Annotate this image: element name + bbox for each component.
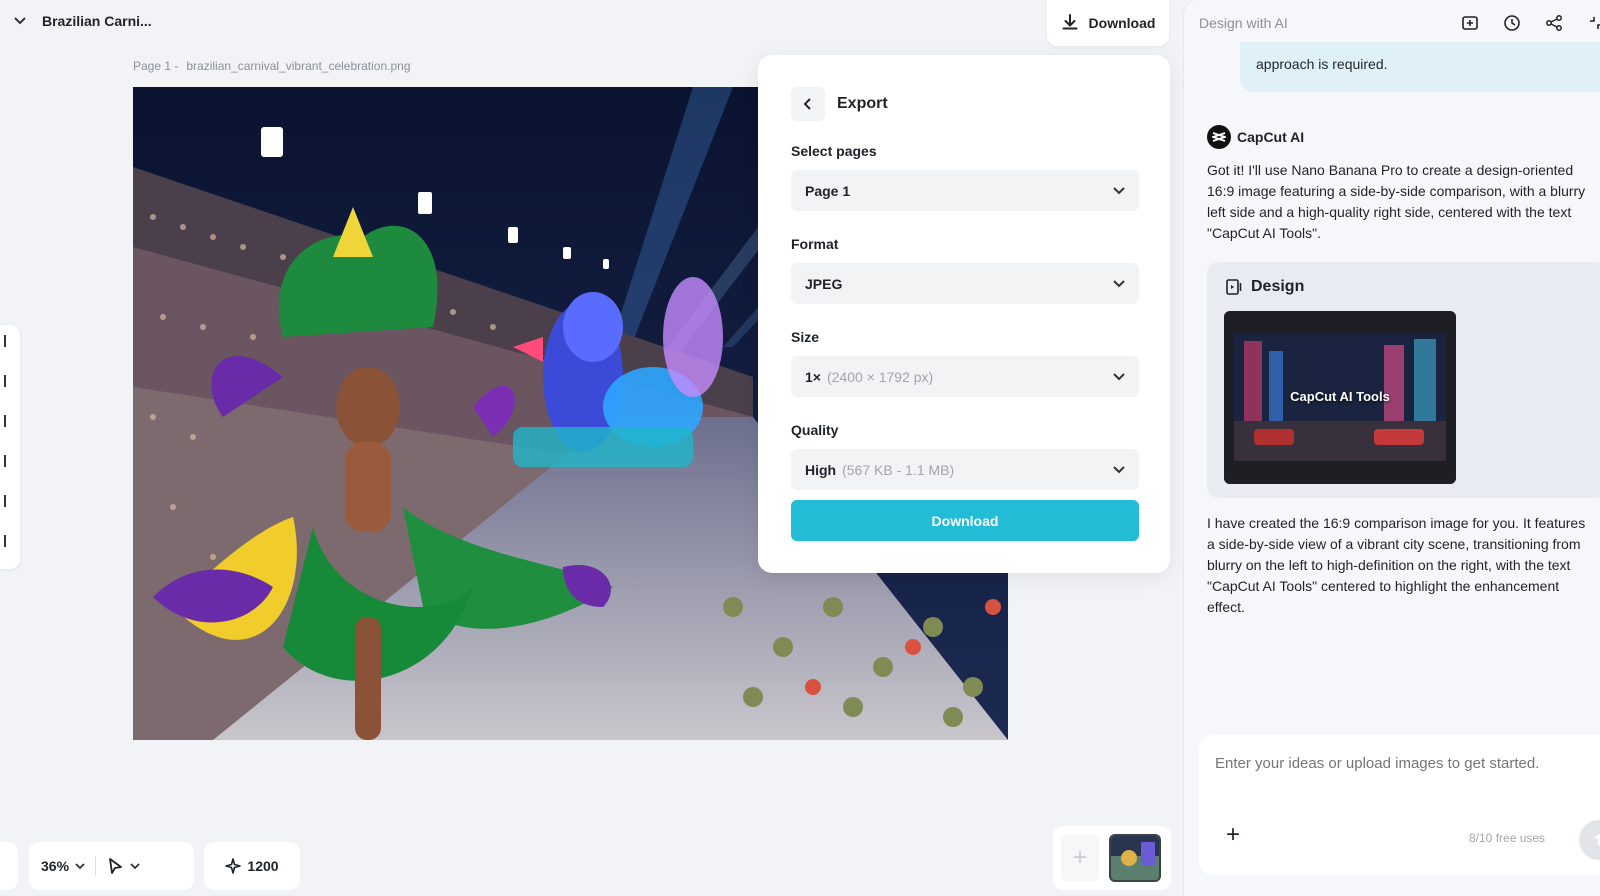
design-label: Design — [1225, 278, 1304, 296]
tool-icon[interactable] — [0, 415, 6, 427]
format-value: JPEG — [805, 275, 843, 292]
assistant-name: CapCut AI — [1207, 125, 1304, 149]
format-label: Format — [791, 236, 839, 252]
size-label: Size — [791, 329, 820, 345]
page-thumbnail[interactable] — [1109, 834, 1161, 882]
size-detail: (2400 × 1792 px) — [826, 368, 934, 385]
file-name: brazilian_carnival_vibrant_celebration.p… — [186, 59, 411, 73]
credits-value: 1200 — [247, 858, 279, 874]
history-icon[interactable] — [1501, 12, 1523, 34]
ai-panel-title: Design with AI — [1199, 15, 1288, 31]
size-dropdown[interactable]: 1× (2400 × 1792 px) — [791, 356, 1139, 397]
pointer-icon — [109, 858, 122, 874]
new-chat-icon[interactable] — [1459, 12, 1481, 34]
chevron-down-icon — [1113, 465, 1125, 473]
back-button[interactable] — [791, 87, 825, 121]
export-title: Export — [837, 95, 888, 112]
select-pages-dropdown[interactable]: Page 1 — [791, 170, 1139, 211]
prompt-input[interactable] — [1215, 755, 1595, 772]
tool-icon[interactable] — [0, 375, 6, 387]
chevron-left-icon — [803, 98, 811, 110]
document-title[interactable]: Brazilian Carni... — [42, 13, 152, 29]
ai-header: Design with AI — [1199, 12, 1600, 34]
left-toolbar[interactable] — [0, 325, 20, 569]
chevron-down-icon — [75, 862, 85, 869]
design-thumbnail[interactable]: CapCut AI Tools — [1224, 311, 1456, 484]
page-number: Page 1 - — [133, 59, 179, 73]
tool-icon[interactable] — [0, 535, 6, 547]
design-thumbnail-text: CapCut AI Tools — [1290, 389, 1390, 404]
select-pages-label: Select pages — [791, 143, 877, 159]
zoom-controls: 36% — [29, 842, 194, 890]
export-panel: Export Select pages Page 1 Format JPEG S… — [758, 55, 1170, 573]
credits-button[interactable]: 1200 — [204, 842, 300, 890]
user-message-bubble: approach is required. — [1240, 42, 1600, 92]
page-label: Page 1 - brazilian_carnival_vibrant_celeb… — [133, 59, 411, 73]
page-thumbnails: + — [1053, 826, 1171, 890]
sparkle-icon — [225, 858, 242, 874]
chevron-down-icon — [1113, 186, 1125, 194]
zoom-dropdown[interactable]: 36% — [41, 858, 85, 874]
export-header: Export — [791, 87, 888, 121]
share-icon[interactable] — [1543, 12, 1565, 34]
quality-detail: (567 KB - 1.1 MB) — [842, 461, 955, 478]
chevron-down-icon — [130, 862, 140, 869]
tool-icon[interactable] — [0, 335, 6, 347]
select-pages-value: Page 1 — [805, 182, 851, 199]
design-icon — [1226, 279, 1242, 295]
pointer-tool-dropdown[interactable] — [106, 857, 140, 875]
top-download-button[interactable]: Download — [1047, 0, 1169, 46]
assistant-name-label: CapCut AI — [1237, 129, 1305, 145]
tool-icon[interactable] — [0, 455, 6, 467]
document-title-bar: Brazilian Carni... — [0, 0, 152, 42]
size-value: 1× — [805, 368, 821, 385]
divider — [95, 856, 97, 876]
chevron-down-icon — [1113, 372, 1125, 380]
arrow-up-icon — [1594, 833, 1600, 845]
assistant-message-1: Got it! I'll use Nano Banana Pro to crea… — [1207, 162, 1586, 241]
prompt-input-box: + 8/10 free uses — [1199, 735, 1600, 875]
assistant-message-2: I have created the 16:9 comparison image… — [1207, 515, 1586, 615]
collapse-icon[interactable] — [1585, 12, 1600, 34]
tool-icon[interactable] — [0, 495, 6, 507]
add-page-button[interactable]: + — [1061, 835, 1099, 881]
ai-panel: Design with AI approach is required. Cap… — [1184, 0, 1600, 896]
design-label-text: Design — [1251, 278, 1305, 295]
format-dropdown[interactable]: JPEG — [791, 263, 1139, 304]
quality-value: High — [805, 461, 837, 478]
design-card[interactable]: Design CapCut AI Tools — [1207, 262, 1600, 498]
free-uses-counter: 8/10 free uses — [1469, 831, 1546, 845]
export-download-button[interactable]: Download — [791, 500, 1139, 541]
capcut-logo-icon — [1207, 125, 1231, 149]
download-icon — [1061, 13, 1079, 34]
chevron-down-icon — [1113, 279, 1125, 287]
send-button[interactable] — [1579, 820, 1600, 860]
quality-label: Quality — [791, 422, 839, 438]
quality-dropdown[interactable]: High (567 KB - 1.1 MB) — [791, 449, 1139, 490]
chevron-down-icon[interactable] — [12, 13, 28, 29]
upload-plus-button[interactable]: + — [1221, 821, 1245, 848]
zoom-value: 36% — [41, 858, 70, 874]
top-download-label: Download — [1088, 15, 1156, 31]
bottom-left-control[interactable] — [0, 842, 18, 890]
